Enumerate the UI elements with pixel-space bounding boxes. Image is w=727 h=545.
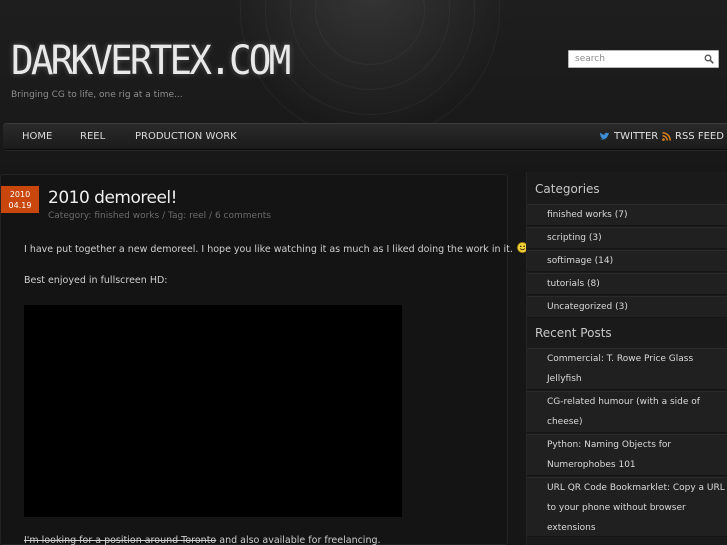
main-nav: HOME REEL PRODUCTION WORK TWITTER RSS FE… bbox=[3, 123, 727, 150]
category-item[interactable]: scripting (3) bbox=[527, 227, 727, 249]
twitter-link[interactable]: TWITTER bbox=[599, 131, 658, 142]
categories-heading: Categories bbox=[535, 182, 600, 196]
twitter-label: TWITTER bbox=[614, 131, 659, 142]
struck-text: I'm looking for a position around Toront… bbox=[24, 535, 217, 545]
recent-post-item[interactable]: CG-related humour (with a side of cheese… bbox=[527, 391, 727, 433]
recent-post-line: URL QR Code Bookmarklet: Copy a URL bbox=[547, 483, 725, 493]
recent-posts-heading: Recent Posts bbox=[535, 326, 612, 340]
recent-post-line: Jellyfish bbox=[547, 374, 582, 384]
comments-link[interactable]: 6 comments bbox=[215, 211, 271, 221]
rss-link[interactable]: RSS FEED bbox=[662, 131, 724, 142]
post-meta: Category: finished works / Tag: reel / 6… bbox=[48, 211, 271, 221]
post-paragraph-3-rest: and also available for freelancing. bbox=[216, 535, 381, 545]
twitter-bird-icon bbox=[599, 132, 610, 140]
category-link[interactable]: finished works bbox=[94, 211, 159, 221]
recent-post-line: Numerophobes 101 bbox=[547, 460, 636, 470]
post-date-year: 2010 bbox=[9, 190, 31, 199]
recent-post-line: Commercial: T. Rowe Price Glass bbox=[547, 354, 694, 364]
category-item[interactable]: Uncategorized (3) bbox=[527, 296, 727, 318]
tag-link[interactable]: reel bbox=[189, 211, 206, 221]
post-date-day: 04.19 bbox=[8, 201, 32, 210]
post-paragraph-1: I have put together a new demoreel. I ho… bbox=[24, 242, 528, 255]
search-icon[interactable] bbox=[704, 54, 714, 64]
meta-separator: / bbox=[206, 211, 215, 221]
rss-icon bbox=[662, 132, 671, 141]
post-title[interactable]: 2010 demoreel! bbox=[48, 188, 177, 208]
category-item[interactable]: finished works (7) bbox=[527, 204, 727, 226]
recent-post-line: to your phone without browser bbox=[547, 503, 686, 513]
meta-tag-prefix: / Tag: bbox=[159, 211, 190, 221]
recent-post-line: extensions bbox=[547, 523, 596, 533]
post-paragraph-3: I'm looking for a position around Toront… bbox=[24, 535, 381, 545]
site-tagline: Bringing CG to life, one rig at a time..… bbox=[11, 90, 183, 100]
site-logo[interactable]: DARKVERTEX.COM bbox=[11, 38, 291, 84]
post-paragraph-1-text: I have put together a new demoreel. I ho… bbox=[24, 244, 513, 255]
nav-home[interactable]: HOME bbox=[22, 131, 52, 142]
recent-post-item[interactable]: Python: Naming Objects for Numerophobes … bbox=[527, 434, 727, 476]
search-input[interactable] bbox=[569, 51, 699, 67]
post-date-badge: 2010 04.19 bbox=[1, 186, 39, 213]
rss-label: RSS FEED bbox=[675, 131, 724, 142]
recent-post-item[interactable]: Commercial: T. Rowe Price Glass Jellyfis… bbox=[527, 348, 727, 390]
category-item[interactable]: softimage (14) bbox=[527, 250, 727, 272]
recent-post-line: cheese) bbox=[547, 417, 583, 427]
nav-reel[interactable]: REEL bbox=[80, 131, 105, 142]
post-paragraph-2: Best enjoyed in fullscreen HD: bbox=[24, 275, 168, 286]
nav-production-work[interactable]: PRODUCTION WORK bbox=[135, 131, 237, 142]
recent-post-line: CG-related humour (with a side of bbox=[547, 397, 700, 407]
category-item[interactable]: tutorials (8) bbox=[527, 273, 727, 295]
recent-post-line: Python: Naming Objects for bbox=[547, 440, 672, 450]
meta-category-prefix: Category: bbox=[48, 211, 95, 221]
search-form bbox=[568, 50, 719, 68]
recent-post-item[interactable]: URL QR Code Bookmarklet: Copy a URL to y… bbox=[527, 477, 727, 537]
video-player[interactable] bbox=[24, 305, 402, 517]
